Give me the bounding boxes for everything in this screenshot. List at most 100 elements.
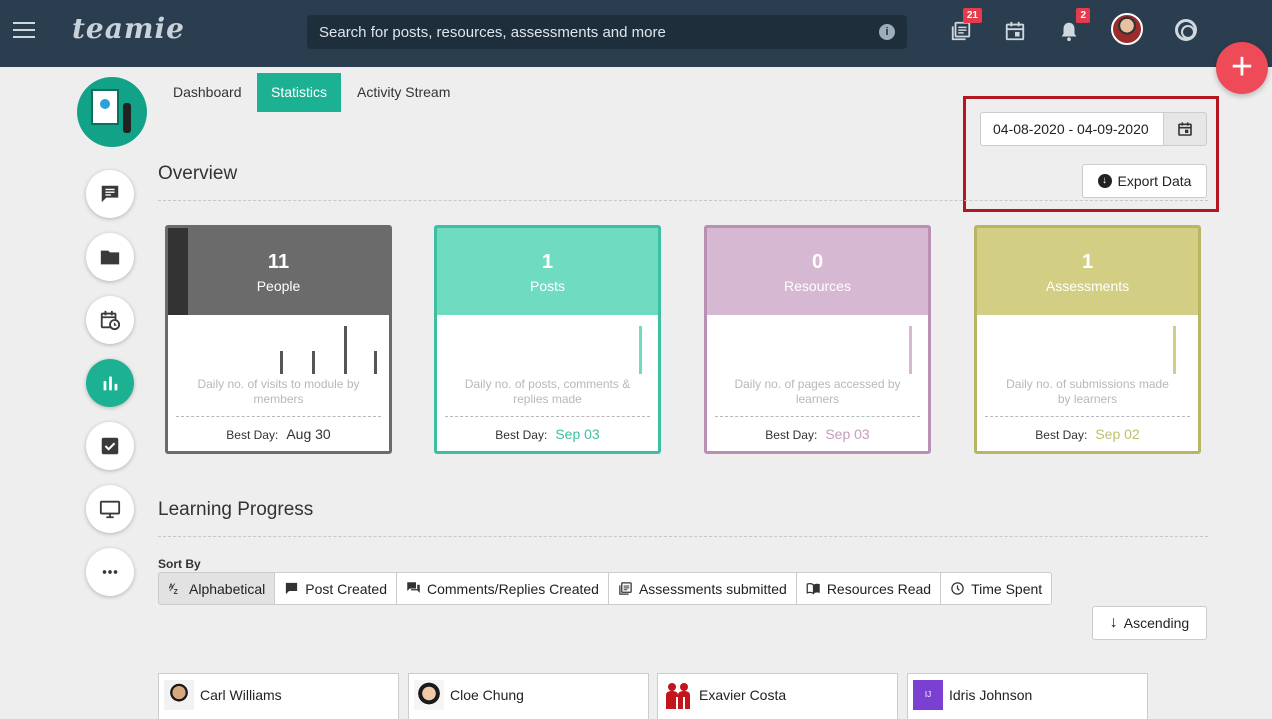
stat-divider <box>985 416 1190 417</box>
library-button[interactable]: 21 <box>950 8 982 42</box>
stat-divider <box>445 416 650 417</box>
notifications-button[interactable]: 2 <box>1058 8 1090 42</box>
checkbox-icon <box>101 437 119 455</box>
search-input[interactable]: Search for posts, resources, assessments… <box>307 15 907 49</box>
top-bar: teamie Search for posts, resources, asse… <box>0 0 1272 67</box>
activity-sparkline <box>168 320 389 374</box>
activity-bar <box>909 326 912 374</box>
sidebar-resources-button[interactable] <box>86 233 134 281</box>
sort-by-label: Sort By <box>158 557 201 571</box>
person-name: Carl Williams <box>200 687 282 703</box>
sidebar-schedule-button[interactable] <box>86 296 134 344</box>
person-name: Idris Johnson <box>949 687 1033 703</box>
menu-icon[interactable] <box>13 22 35 38</box>
sort-resources-button[interactable]: Resources Read <box>795 572 942 605</box>
stat-label: Assessments <box>1045 278 1130 294</box>
learning-progress-divider <box>158 536 1208 537</box>
stat-divider <box>176 416 381 417</box>
best-day: Best Day: Aug 30 <box>168 426 389 442</box>
best-day-value: Sep 03 <box>555 426 600 442</box>
stat-card-header: 0 Resources <box>707 228 928 315</box>
person-card[interactable]: Exavier Costa <box>657 673 898 719</box>
calendar-clock-icon <box>100 310 121 331</box>
best-day-label: Best Day: <box>226 428 279 442</box>
avatar <box>663 680 693 710</box>
best-day-label: Best Day: <box>1035 428 1088 442</box>
more-dots-icon <box>102 570 118 574</box>
best-day-label: Best Day: <box>495 428 548 442</box>
sort-comments-button[interactable]: Comments/Replies Created <box>396 572 609 605</box>
best-day: Best Day: Sep 03 <box>437 426 658 442</box>
sort-button-group: AZ Alphabetical Post Created Comments/Re… <box>158 572 1053 605</box>
best-day: Best Day: Sep 02 <box>977 426 1198 442</box>
bell-icon <box>1061 22 1077 42</box>
stat-card-assessments[interactable]: 1 Assessments Daily no. of submissions mad… <box>974 225 1201 454</box>
person-name: Cloe Chung <box>450 687 524 703</box>
assessment-icon <box>619 582 632 595</box>
logo[interactable]: teamie <box>72 12 185 45</box>
info-icon[interactable]: i <box>879 24 895 40</box>
person-name: Exavier Costa <box>699 687 787 703</box>
date-range-input[interactable]: 04-08-2020 - 04-09-2020 <box>980 112 1164 146</box>
sort-order-button[interactable]: ↓ Ascending <box>1092 606 1207 640</box>
learning-progress-title: Learning Progress <box>158 499 314 520</box>
calendar-icon <box>1178 122 1192 136</box>
comment-icon <box>286 582 298 595</box>
person-card[interactable]: Carl Williams <box>158 673 399 719</box>
sidebar-statistics-button[interactable] <box>86 359 134 407</box>
sidebar-present-button[interactable] <box>86 485 134 533</box>
sort-option-label: Alphabetical <box>189 580 266 597</box>
user-avatar[interactable] <box>1111 13 1143 45</box>
sort-assessments-button[interactable]: Assessments submitted <box>607 572 797 605</box>
stat-caption: Daily no. of posts, comments & replies m… <box>464 377 631 406</box>
comments-icon <box>407 582 420 593</box>
avatar <box>164 680 194 710</box>
az-sort-icon: AZ <box>169 583 178 596</box>
sort-option-label: Time Spent <box>971 580 1043 597</box>
sidebar-assessments-button[interactable] <box>86 422 134 470</box>
stat-number: 0 <box>811 251 824 273</box>
avatar: IJ <box>913 680 943 710</box>
sort-alphabetical-button[interactable]: AZ Alphabetical <box>158 572 276 605</box>
calendar-icon <box>1005 21 1025 41</box>
stat-card-resources[interactable]: 0 Resources Daily no. of pages accessed by… <box>704 225 931 454</box>
stat-caption: Daily no. of visits to module by members <box>197 377 360 406</box>
stat-number: 1 <box>1081 251 1094 273</box>
calendar-button[interactable] <box>1004 20 1026 42</box>
monitor-icon <box>99 500 121 519</box>
tab-dashboard[interactable]: Dashboard <box>158 73 257 112</box>
export-data-button[interactable]: ↓ Export Data <box>1082 164 1207 198</box>
library-badge: 21 <box>962 8 982 23</box>
tab-activity-stream[interactable]: Activity Stream <box>342 73 465 112</box>
stat-card-header: 11 People <box>168 228 389 315</box>
sidebar-posts-button[interactable] <box>86 170 134 218</box>
person-card[interactable]: Cloe Chung <box>408 673 649 719</box>
sort-option-label: Resources Read <box>826 580 932 597</box>
person-card[interactable]: IJ Idris Johnson <box>907 673 1148 719</box>
comment-icon <box>101 185 119 203</box>
activity-sparkline <box>437 320 658 374</box>
tab-statistics[interactable]: Statistics <box>257 73 341 112</box>
sort-time-spent-button[interactable]: Time Spent <box>940 572 1053 605</box>
activity-sparkline <box>707 320 928 374</box>
sidebar-more-button[interactable] <box>86 548 134 596</box>
best-day-value: Aug 30 <box>286 426 331 442</box>
stat-caption: Daily no. of submissions made by learner… <box>1006 377 1169 406</box>
notification-badge: 2 <box>1076 8 1090 23</box>
help-icon[interactable] <box>1175 19 1197 41</box>
best-day: Best Day: Sep 03 <box>707 426 928 442</box>
bar-chart-icon <box>103 376 118 391</box>
avatar <box>414 680 444 710</box>
stat-card-header: 1 Posts <box>437 228 658 315</box>
stat-label: People <box>256 278 301 294</box>
course-avatar[interactable] <box>77 77 147 147</box>
stat-card-posts[interactable]: 1 Posts Daily no. of posts, comments & rep… <box>434 225 661 454</box>
overview-title: Overview <box>158 163 238 184</box>
sort-option-label: Comments/Replies Created <box>427 580 599 597</box>
date-picker-button[interactable] <box>1163 112 1207 146</box>
sort-post-created-button[interactable]: Post Created <box>274 572 397 605</box>
create-fab-button[interactable]: + <box>1216 42 1268 94</box>
stat-card-accent <box>168 228 188 315</box>
export-data-label: Export Data <box>1117 173 1192 189</box>
stat-card-people[interactable]: 11 People Daily no. of visits to module by… <box>165 225 392 454</box>
